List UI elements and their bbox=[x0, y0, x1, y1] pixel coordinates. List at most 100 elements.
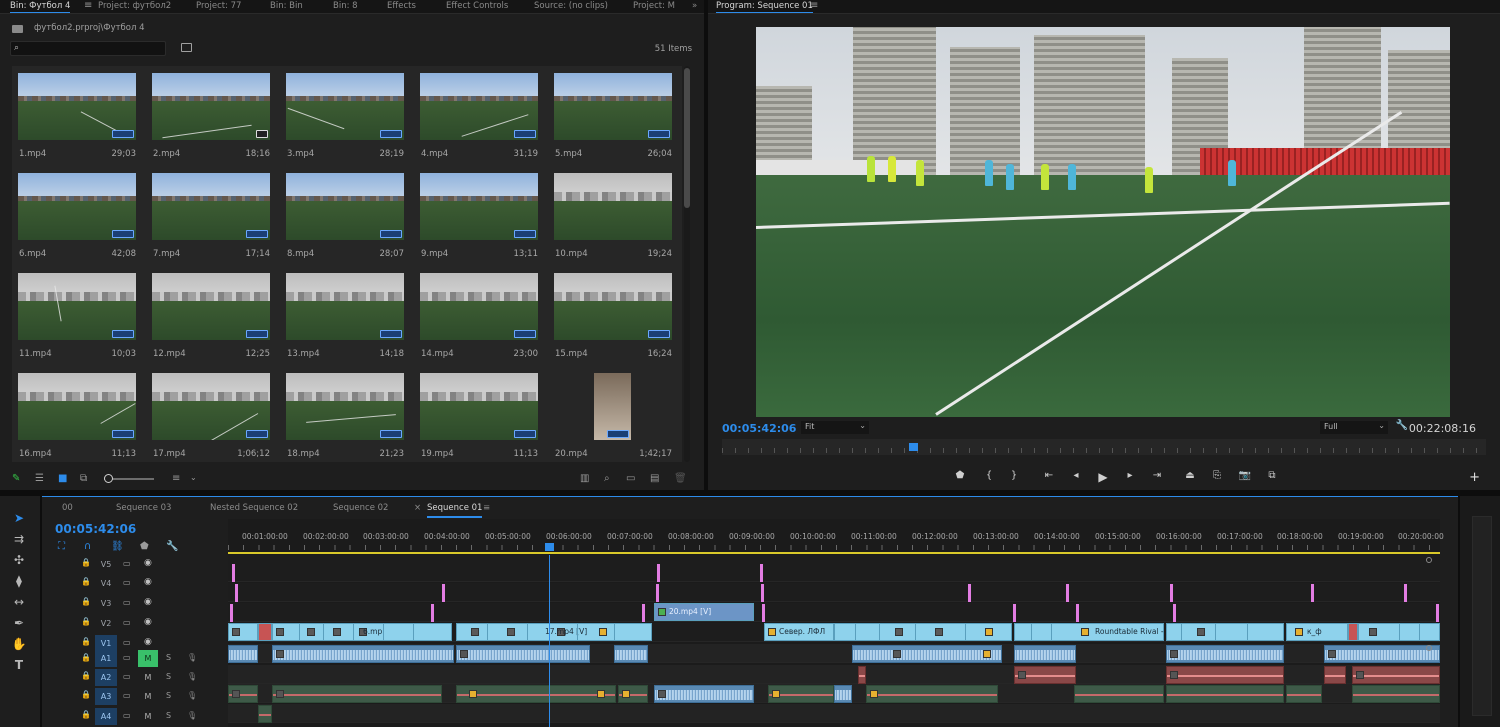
mic-icon[interactable]: 🎙 bbox=[187, 691, 197, 700]
clip-item[interactable]: 6.mp4 42;08 bbox=[12, 166, 146, 266]
lock-icon[interactable]: 🔒 bbox=[81, 617, 91, 626]
audio-clip[interactable] bbox=[654, 685, 754, 703]
video-clip-sever[interactable]: Север. ЛФЛ bbox=[764, 623, 834, 641]
new-bin-icon[interactable]: ▭ bbox=[626, 473, 635, 484]
sync-lock-icon[interactable]: ▭ bbox=[123, 618, 131, 627]
sync-lock-icon[interactable]: ▭ bbox=[123, 691, 131, 700]
playback-resolution-select[interactable]: Full ⌄ bbox=[1320, 421, 1388, 434]
lane-v4[interactable] bbox=[228, 563, 1440, 582]
video-clip[interactable] bbox=[614, 623, 652, 641]
clip-marker[interactable] bbox=[1013, 604, 1016, 622]
panel-menu-icon[interactable]: ≡ bbox=[483, 503, 490, 513]
step-back-icon[interactable]: ◂ bbox=[1069, 470, 1083, 481]
mark-in-icon[interactable]: { bbox=[982, 470, 996, 481]
comparison-view-icon[interactable]: ⧉ bbox=[1265, 470, 1279, 481]
solo-button[interactable]: S bbox=[166, 672, 171, 681]
scrollbar-thumb[interactable] bbox=[684, 68, 690, 208]
video-clip-kf[interactable]: к_ф bbox=[1286, 623, 1348, 641]
panel-menu-icon[interactable]: ≡ bbox=[810, 0, 818, 11]
clip-item[interactable]: 14.mp4 23;00 bbox=[414, 266, 548, 366]
lock-icon[interactable]: 🔒 bbox=[81, 653, 91, 662]
lock-icon[interactable]: 🔒 bbox=[81, 637, 91, 646]
audio-clip[interactable] bbox=[272, 645, 454, 663]
audio-clip[interactable] bbox=[1074, 685, 1164, 703]
scroll-handle[interactable] bbox=[1426, 557, 1432, 563]
clip-marker[interactable] bbox=[1066, 584, 1069, 602]
trash-icon[interactable]: 🗑 bbox=[674, 473, 687, 484]
clip-item[interactable]: 12.mp4 12;25 bbox=[146, 266, 280, 366]
track-name[interactable]: V5 bbox=[95, 556, 117, 573]
mic-icon[interactable]: 🎙 bbox=[187, 672, 197, 681]
hand-tool-icon[interactable]: ✋ bbox=[9, 637, 29, 653]
wrench-icon[interactable]: 🔧 bbox=[166, 541, 178, 552]
tab-sequence-02[interactable]: Sequence 02 bbox=[333, 503, 388, 513]
sync-lock-icon[interactable]: ▭ bbox=[123, 638, 131, 647]
play-icon[interactable]: ▶ bbox=[1096, 470, 1110, 484]
sync-lock-icon[interactable]: ▭ bbox=[123, 578, 131, 587]
tab-sequence-00[interactable]: 00 bbox=[62, 503, 73, 513]
clip-marker[interactable] bbox=[760, 564, 763, 582]
find-icon[interactable]: ⌕ bbox=[604, 473, 610, 484]
clip-item[interactable]: 8.mp4 28;07 bbox=[280, 166, 414, 266]
clip-marker[interactable] bbox=[1311, 584, 1314, 602]
new-item-icon[interactable]: ▤ bbox=[650, 473, 659, 484]
track-name[interactable]: V2 bbox=[95, 615, 117, 632]
eye-icon[interactable]: ◉ bbox=[144, 637, 152, 647]
tab-program-sequence-01[interactable]: Program: Sequence 01 bbox=[716, 1, 813, 13]
sync-lock-icon[interactable]: ▭ bbox=[123, 598, 131, 607]
audio-clip[interactable] bbox=[1166, 666, 1284, 684]
panel-menu-icon[interactable]: ≡ bbox=[84, 0, 92, 11]
clip-item[interactable]: 5.mp4 26;04 bbox=[548, 66, 682, 166]
ripple-edit-tool-icon[interactable]: ✣ bbox=[9, 553, 29, 569]
sync-lock-icon[interactable]: ▭ bbox=[123, 653, 131, 662]
snap-magnet-icon[interactable]: ∩ bbox=[84, 541, 91, 552]
type-tool-icon[interactable]: T bbox=[9, 658, 29, 674]
audio-clip[interactable] bbox=[1014, 645, 1076, 663]
export-frame-camera-icon[interactable]: 📷 bbox=[1238, 470, 1252, 481]
clip-item[interactable]: 15.mp4 16;24 bbox=[548, 266, 682, 366]
tab-nested-sequence-02[interactable]: Nested Sequence 02 bbox=[210, 503, 298, 513]
clip-item[interactable]: 18.mp4 21;23 bbox=[280, 366, 414, 462]
slip-tool-icon[interactable]: ↔ bbox=[9, 595, 29, 611]
clip-item[interactable]: 2.mp4 18;16 bbox=[146, 66, 280, 166]
audio-clip[interactable] bbox=[834, 685, 852, 703]
clip-item[interactable]: 9.mp4 13;11 bbox=[414, 166, 548, 266]
tab-sequence-01[interactable]: Sequence 01 bbox=[427, 503, 483, 518]
tab-effects[interactable]: Effects bbox=[387, 1, 416, 11]
eye-icon[interactable]: ◉ bbox=[144, 558, 152, 568]
track-name[interactable]: A1 bbox=[95, 650, 117, 667]
extract-icon[interactable]: ⎘ bbox=[1210, 470, 1224, 481]
program-scrubber[interactable] bbox=[722, 439, 1486, 455]
eye-icon[interactable]: ◉ bbox=[144, 617, 152, 627]
new-search-bin-icon[interactable] bbox=[181, 43, 192, 52]
scroll-handle[interactable] bbox=[1426, 645, 1432, 651]
zoom-slider-knob[interactable] bbox=[104, 474, 113, 483]
clip-marker[interactable] bbox=[968, 584, 971, 602]
nest-icon[interactable]: ⛶ bbox=[58, 541, 65, 552]
audio-clip[interactable] bbox=[456, 685, 616, 703]
video-clip-6[interactable]: 6.mp bbox=[272, 623, 452, 641]
selection-tool-icon[interactable]: ➤ bbox=[9, 511, 29, 527]
audio-clip[interactable] bbox=[1324, 666, 1346, 684]
audio-clip[interactable] bbox=[858, 666, 866, 684]
zoom-level-select[interactable]: Fit ⌄ bbox=[801, 421, 869, 434]
sync-lock-icon[interactable]: ▭ bbox=[123, 711, 131, 720]
video-clip[interactable] bbox=[228, 623, 258, 641]
clip-marker[interactable] bbox=[1076, 604, 1079, 622]
clip-item[interactable]: 4.mp4 31;19 bbox=[414, 66, 548, 166]
button-editor-add-icon[interactable]: + bbox=[1469, 470, 1480, 485]
clip-marker[interactable] bbox=[235, 584, 238, 602]
razor-tool-icon[interactable]: ⧫ bbox=[9, 574, 29, 590]
audio-clip[interactable] bbox=[618, 685, 648, 703]
clip-marker[interactable] bbox=[431, 604, 434, 622]
tab-bin-football-4[interactable]: Bin: Футбол 4 bbox=[10, 1, 71, 13]
mute-button[interactable]: M bbox=[138, 708, 158, 725]
step-forward-icon[interactable]: ▸ bbox=[1123, 470, 1137, 481]
clip-marker[interactable] bbox=[656, 584, 659, 602]
add-marker-icon[interactable]: ⬟ bbox=[953, 470, 967, 481]
clip-marker[interactable] bbox=[1436, 604, 1439, 622]
eye-icon[interactable]: ◉ bbox=[144, 597, 152, 607]
tab-bin-8[interactable]: Bin: 8 bbox=[333, 1, 358, 11]
audio-clip[interactable] bbox=[1352, 666, 1440, 684]
go-to-in-icon[interactable]: ⇤ bbox=[1042, 470, 1056, 481]
